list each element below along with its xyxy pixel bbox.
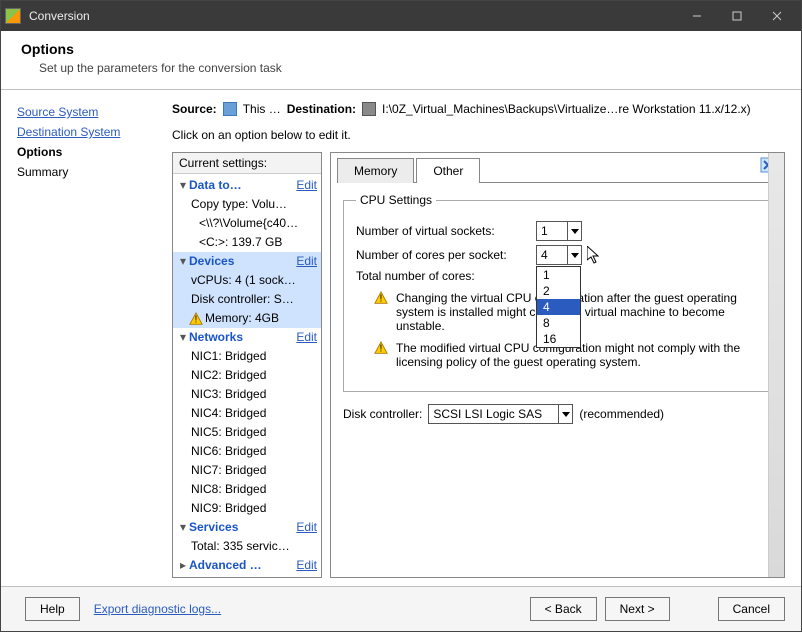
tree-diskctrl[interactable]: Disk controller: S… xyxy=(173,290,321,309)
panel-body: CPU Settings Number of virtual sockets: … xyxy=(331,183,784,577)
minimize-button[interactable] xyxy=(677,1,717,31)
page-header: Options Set up the parameters for the co… xyxy=(1,31,801,90)
tree-volume-1[interactable]: <\\?\Volume{c40… xyxy=(173,214,321,233)
cores-option-4[interactable]: 4 xyxy=(537,299,580,315)
source-host-icon xyxy=(223,102,237,116)
content-area: Source: This … Destination: I:\0Z_Virtua… xyxy=(166,96,791,584)
disk-controller-recommended: (recommended) xyxy=(579,407,664,421)
total-cores-label: Total number of cores: xyxy=(356,269,536,283)
tree-memory[interactable]: !Memory: 4GB xyxy=(173,309,321,328)
cpu-legend: CPU Settings xyxy=(356,193,436,207)
cpu-settings-group: CPU Settings Number of virtual sockets: … xyxy=(343,193,772,392)
close-button[interactable] xyxy=(757,1,797,31)
tree-header: Current settings: xyxy=(173,153,321,174)
warning-icon: ! xyxy=(374,291,388,305)
disk-controller-row: Disk controller: SCSI LSI Logic SAS (rec… xyxy=(343,404,772,424)
nav-destination-system[interactable]: Destination System xyxy=(17,122,160,142)
tab-other[interactable]: Other xyxy=(416,158,480,183)
edit-data-to[interactable]: Edit xyxy=(296,177,317,194)
tree-vcpus[interactable]: vCPUs: 4 (1 sock… xyxy=(173,271,321,290)
wizard-nav: Source System Destination System Options… xyxy=(11,96,166,584)
tree-body[interactable]: ▾Data to…Edit Copy type: Volu… <\\?\Volu… xyxy=(173,174,321,577)
tab-memory[interactable]: Memory xyxy=(337,158,414,183)
cores-select[interactable]: 4 xyxy=(536,245,582,265)
maximize-button[interactable] xyxy=(717,1,757,31)
edit-services[interactable]: Edit xyxy=(296,519,317,536)
help-button[interactable]: Help xyxy=(25,597,80,621)
tree-copy-type[interactable]: Copy type: Volu… xyxy=(173,195,321,214)
chevron-down-icon xyxy=(567,222,581,240)
tree-nic6[interactable]: NIC6: Bridged xyxy=(173,442,321,461)
scrollbar[interactable] xyxy=(768,153,784,577)
chevron-down-icon xyxy=(567,246,581,264)
conversion-window: Conversion Options Set up the parameters… xyxy=(0,0,802,632)
settings-tree: Current settings: ▾Data to…Edit Copy typ… xyxy=(172,152,322,578)
detail-panel: Memory Other CPU Settings Number of virt… xyxy=(330,152,785,578)
tree-advanced[interactable]: ▸Advanced …Edit xyxy=(173,556,321,575)
edit-devices[interactable]: Edit xyxy=(296,253,317,270)
cores-option-2[interactable]: 2 xyxy=(537,283,580,299)
destination-value: I:\0Z_Virtual_Machines\Backups\Virtualiz… xyxy=(382,102,751,116)
svg-text:!: ! xyxy=(195,313,198,325)
destination-disk-icon xyxy=(362,102,376,116)
source-value: This … xyxy=(243,102,281,116)
tree-devices[interactable]: ▾DevicesEdit xyxy=(173,252,321,271)
edit-networks[interactable]: Edit xyxy=(296,329,317,346)
warning-icon: ! xyxy=(374,341,388,355)
tree-nic9[interactable]: NIC9: Bridged xyxy=(173,499,321,518)
svg-text:!: ! xyxy=(380,343,383,355)
tree-nic2[interactable]: NIC2: Bridged xyxy=(173,366,321,385)
cores-dropdown[interactable]: 1 2 4 8 16 xyxy=(536,266,581,348)
cursor-icon xyxy=(587,246,603,266)
nav-options: Options xyxy=(17,142,160,162)
source-dest-row: Source: This … Destination: I:\0Z_Virtua… xyxy=(172,102,785,116)
tree-services[interactable]: ▾ServicesEdit xyxy=(173,518,321,537)
sockets-select[interactable]: 1 xyxy=(536,221,582,241)
page-title: Options xyxy=(21,41,781,57)
cores-option-8[interactable]: 8 xyxy=(537,315,580,331)
tree-nic7[interactable]: NIC7: Bridged xyxy=(173,461,321,480)
titlebar[interactable]: Conversion xyxy=(1,1,801,31)
cores-label: Number of cores per socket: xyxy=(356,248,536,262)
export-diagnostic-link[interactable]: Export diagnostic logs... xyxy=(94,602,221,616)
tab-bar: Memory Other xyxy=(337,157,778,183)
cancel-button[interactable]: Cancel xyxy=(718,597,785,621)
footer: Help Export diagnostic logs... < Back Ne… xyxy=(1,586,801,631)
disk-controller-label: Disk controller: xyxy=(343,407,422,421)
next-button[interactable]: Next > xyxy=(605,597,670,621)
nav-source-system[interactable]: Source System xyxy=(17,102,160,122)
back-button[interactable]: < Back xyxy=(530,597,597,621)
app-icon xyxy=(5,8,21,24)
tree-volume-2[interactable]: <C:>: 139.7 GB xyxy=(173,233,321,252)
sockets-label: Number of virtual sockets: xyxy=(356,224,536,238)
page-subtitle: Set up the parameters for the conversion… xyxy=(39,61,781,75)
tree-data-to[interactable]: ▾Data to…Edit xyxy=(173,176,321,195)
tree-nic3[interactable]: NIC3: Bridged xyxy=(173,385,321,404)
main-area: Source System Destination System Options… xyxy=(1,90,801,586)
nav-summary: Summary xyxy=(17,162,160,182)
svg-text:!: ! xyxy=(380,293,383,305)
disk-controller-select[interactable]: SCSI LSI Logic SAS xyxy=(428,404,573,424)
edit-advanced[interactable]: Edit xyxy=(296,557,317,574)
tree-nic1[interactable]: NIC1: Bridged xyxy=(173,347,321,366)
chevron-down-icon xyxy=(558,405,572,423)
source-label: Source: xyxy=(172,102,217,116)
destination-label: Destination: xyxy=(287,102,356,116)
window-title: Conversion xyxy=(29,9,677,23)
cores-option-1[interactable]: 1 xyxy=(537,267,580,283)
tree-total-services[interactable]: Total: 335 servic… xyxy=(173,537,321,556)
edit-hint: Click on an option below to edit it. xyxy=(172,128,785,142)
warning-icon: ! xyxy=(189,312,203,326)
tree-networks[interactable]: ▾NetworksEdit xyxy=(173,328,321,347)
tree-nic8[interactable]: NIC8: Bridged xyxy=(173,480,321,499)
options-split: Current settings: ▾Data to…Edit Copy typ… xyxy=(172,152,785,578)
tree-nic4[interactable]: NIC4: Bridged xyxy=(173,404,321,423)
cores-option-16[interactable]: 16 xyxy=(537,331,580,347)
tree-nic5[interactable]: NIC5: Bridged xyxy=(173,423,321,442)
